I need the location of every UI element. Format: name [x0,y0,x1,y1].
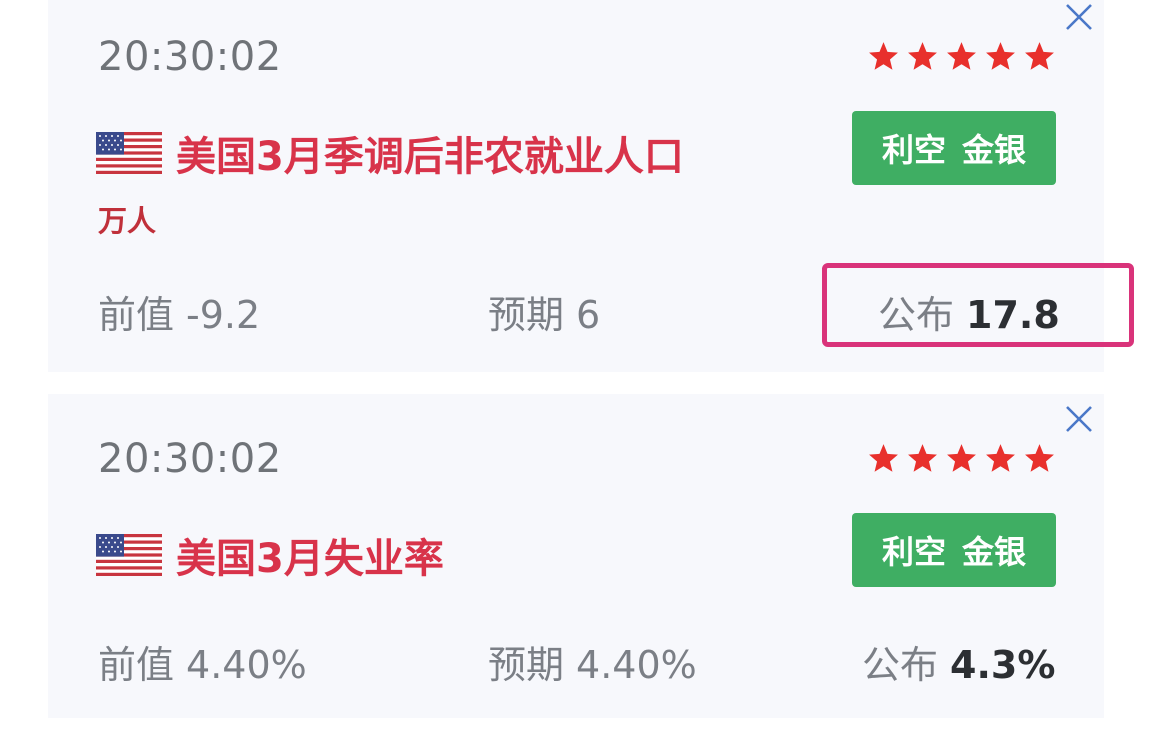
forecast-number: 4.40% [576,643,697,687]
star-icon [1025,444,1054,472]
impact-effect: 利空 [881,131,946,169]
forecast-number: 6 [576,293,601,337]
previous-number: 4.40% [186,643,307,687]
actual-highlight-box [822,263,1134,347]
impact-effect: 利空 [881,533,946,571]
us-flag-icon [96,132,162,174]
actual-number: 4.3% [950,643,1056,687]
impact-asset: 金银 [962,131,1027,169]
star-icon [986,444,1015,472]
forecast-value: 预期 6 [488,284,600,339]
event-title-row: 美国3月失业率 [96,526,444,584]
actual-value: 公布 4.3% [862,634,1055,689]
star-icon [986,42,1015,70]
forecast-value: 预期 4.40% [488,634,697,689]
previous-number: -9.2 [186,293,261,337]
star-icon [947,444,976,472]
event-title: 美国3月失业率 [176,536,444,582]
star-icon [947,42,976,70]
importance-stars [867,40,1056,73]
us-flag-icon [96,534,162,576]
star-icon [1025,42,1054,70]
event-unit: 万人 [98,204,157,238]
previous-value: 前值 4.40% [98,634,307,689]
event-card[interactable]: 20:30:02 美国3月失业率 利空 金银 前值 4.40% 预期 4.40%… [48,394,1104,718]
previous-label: 前值 [98,293,175,337]
star-icon [908,444,937,472]
event-time: 20:30:02 [98,34,282,80]
actual-label: 公布 [862,643,939,687]
star-icon [908,42,937,70]
impact-badge: 利空 金银 [852,111,1056,185]
previous-value: 前值 -9.2 [98,284,260,339]
forecast-label: 预期 [488,643,565,687]
event-title: 美国3月季调后非农就业人口 [176,134,684,180]
forecast-label: 预期 [488,293,565,337]
event-title-row: 美国3月季调后非农就业人口 [96,124,684,182]
close-icon[interactable] [1064,404,1094,434]
event-time: 20:30:02 [98,436,282,482]
star-icon [869,42,898,70]
previous-label: 前值 [98,643,175,687]
impact-asset: 金银 [962,533,1027,571]
importance-stars [867,442,1056,475]
close-icon[interactable] [1064,2,1094,32]
impact-badge: 利空 金银 [852,513,1056,587]
star-icon [869,444,898,472]
